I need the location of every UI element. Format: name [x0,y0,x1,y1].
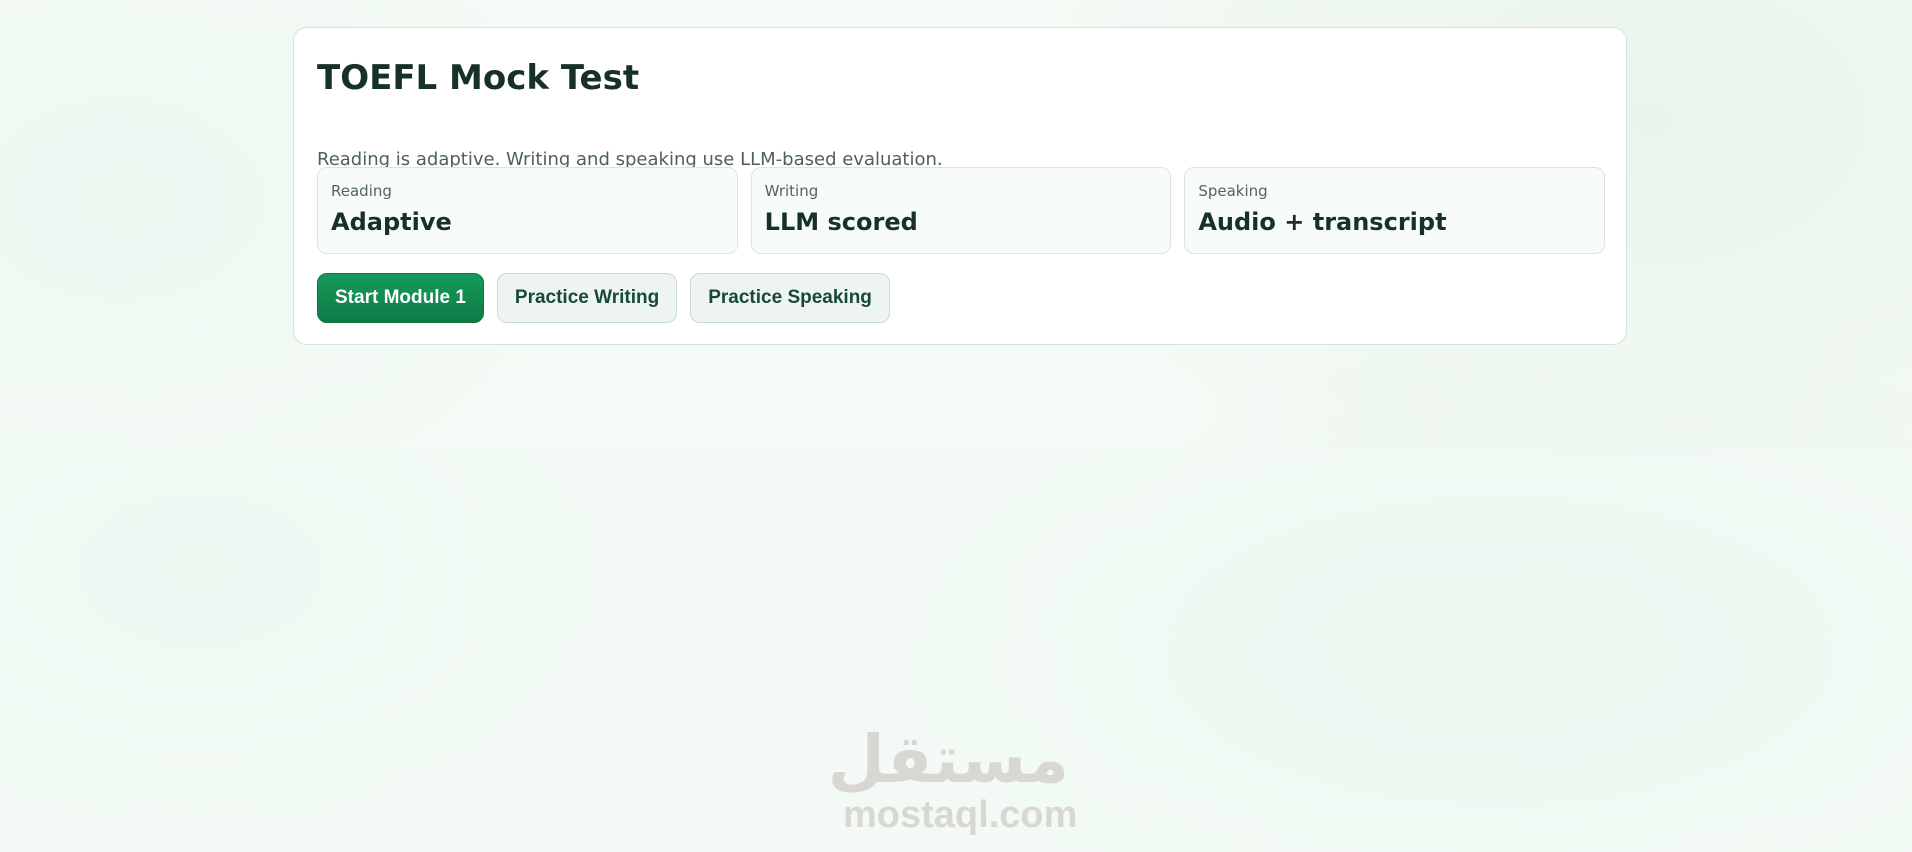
reading-stat-value: Adaptive [331,208,452,236]
watermark-latin-text: mostaql.com [843,794,1078,836]
speaking-stat-value: Audio + transcript [1198,208,1447,236]
practice-writing-button[interactable]: Practice Writing [496,273,678,323]
action-buttons: Start Module 1 Practice Writing Practice… [317,273,890,323]
writing-stat-value: LLM scored [764,208,918,236]
start-module-button[interactable]: Start Module 1 [317,273,484,323]
reading-stat-card: Reading Adaptive [317,167,738,254]
section-summary: Reading Adaptive Writing LLM scored Spea… [317,167,1606,254]
mostaql-watermark: مستقل mostaql.com [827,721,1078,840]
speaking-stat-label: Speaking [1198,182,1268,200]
speaking-stat-card: Speaking Audio + transcript [1184,167,1606,254]
reading-stat-label: Reading [331,182,392,200]
writing-stat-card: Writing LLM scored [750,167,1172,254]
mock-test-card: TOEFL Mock Test Reading is adaptive. Wri… [293,27,1627,345]
page-title: TOEFL Mock Test [317,58,640,98]
watermark-arabic-text: مستقل [827,721,1069,798]
practice-speaking-button[interactable]: Practice Speaking [690,273,890,323]
writing-stat-label: Writing [764,182,819,200]
